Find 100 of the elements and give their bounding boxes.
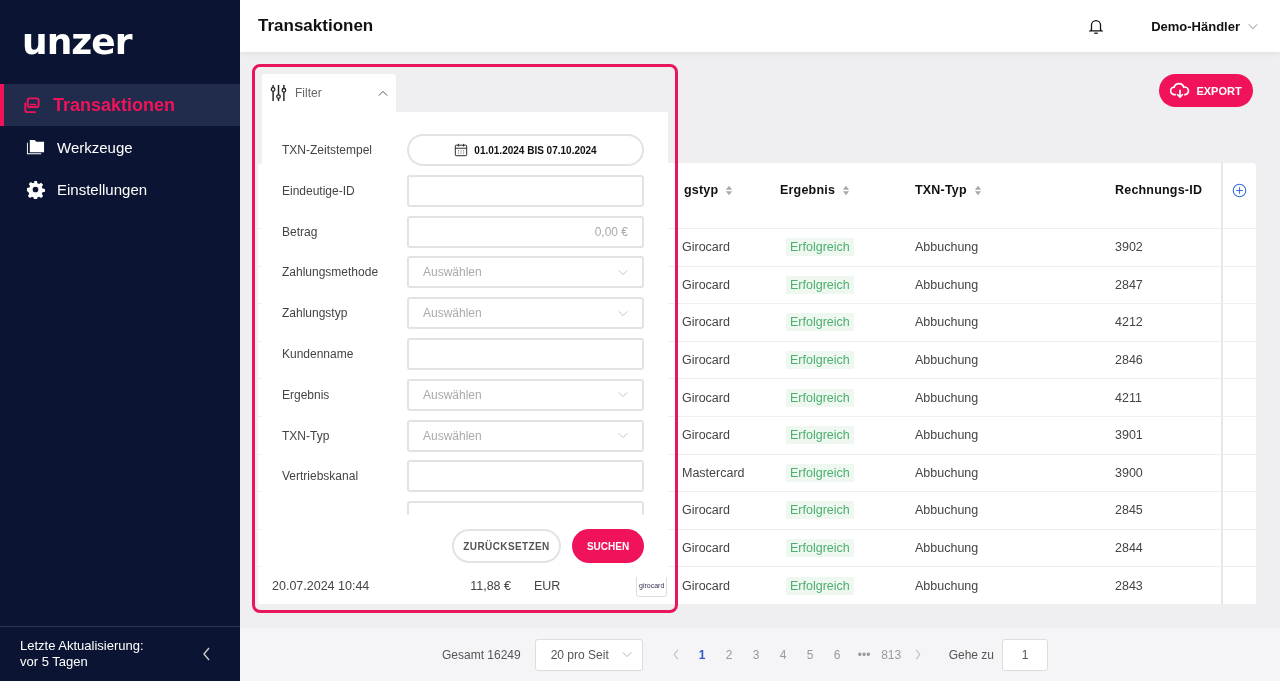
- merchant-menu[interactable]: Demo-Händler: [1151, 18, 1258, 34]
- table-cell: 2845: [1115, 503, 1143, 518]
- table-cell: 4212: [1115, 315, 1143, 330]
- chevron-down-icon: [618, 391, 628, 399]
- status-badge: Erfolgreich: [786, 426, 854, 445]
- table-cell: Abbuchung: [915, 465, 979, 480]
- field-label: TXN-Zeitstempel: [282, 143, 374, 157]
- page-link[interactable]: 5: [796, 647, 824, 662]
- select-field[interactable]: Auswählen: [407, 378, 644, 411]
- table-cell: Girocard: [682, 541, 730, 556]
- select-field[interactable]: Auswählen: [407, 297, 644, 330]
- cloud-download-icon: [1170, 82, 1191, 99]
- table-cell: Girocard: [682, 315, 730, 330]
- table-cell: 3902: [1115, 240, 1143, 255]
- sort-icon[interactable]: [725, 184, 734, 196]
- status-badge: Erfolgreich: [786, 576, 854, 595]
- last-update-text: Letzte Aktualisierung: vor 5 Tagen: [20, 638, 145, 670]
- page-link[interactable]: 813: [877, 647, 905, 662]
- filter-tab[interactable]: Filter: [262, 74, 396, 112]
- page-link[interactable]: 6: [823, 647, 851, 662]
- status-badge: Erfolgreich: [786, 388, 854, 407]
- table-cell: 2846: [1115, 353, 1143, 368]
- table-cell: 3900: [1115, 465, 1143, 480]
- chevron-down-icon: [1248, 22, 1258, 30]
- reset-button[interactable]: ZURÜCKSETZEN: [452, 529, 561, 563]
- page-link[interactable]: 3: [742, 647, 770, 662]
- table-cell: Girocard: [682, 578, 730, 593]
- page-title: Transaktionen: [258, 16, 375, 36]
- column-header[interactable]: Rechnungs-ID: [1115, 183, 1203, 197]
- select-field[interactable]: Auswählen: [407, 419, 644, 452]
- field-label: Eindeutige-ID: [282, 183, 356, 198]
- table-cell: Girocard: [682, 353, 730, 368]
- sort-icon[interactable]: [842, 184, 851, 196]
- page-size-select[interactable]: 20 pro Seit: [534, 638, 643, 671]
- field-label: Betrag: [282, 224, 319, 239]
- page-link[interactable]: 4: [769, 647, 797, 662]
- input-field[interactable]: [407, 460, 644, 493]
- bell-icon[interactable]: [1087, 17, 1106, 35]
- table-cell: Girocard: [682, 503, 730, 518]
- status-badge: Erfolgreich: [786, 539, 854, 558]
- column-header[interactable]: TXN-Typ: [915, 183, 967, 197]
- nav-item[interactable]: Einstellungen: [0, 168, 240, 210]
- table-cell: 4211: [1115, 390, 1142, 405]
- page-link[interactable]: •••: [850, 647, 878, 662]
- table-cell: Girocard: [682, 428, 730, 443]
- export-button[interactable]: EXPORT: [1159, 74, 1253, 107]
- table-cell: Abbuchung: [915, 315, 979, 330]
- column-header[interactable]: Ergebnis: [780, 183, 836, 197]
- table-cell: Abbuchung: [915, 240, 979, 255]
- table-cell: Girocard: [682, 277, 730, 292]
- table-cell: Abbuchung: [915, 578, 979, 593]
- chevron-down-icon: [618, 268, 628, 276]
- calendar-icon: [454, 143, 469, 157]
- next-page-icon[interactable]: [913, 649, 922, 660]
- select-field[interactable]: Auswählen: [407, 256, 644, 289]
- input-field[interactable]: [407, 338, 644, 370]
- add-column-icon[interactable]: [1232, 182, 1247, 198]
- goto-label: Gehe zu: [948, 647, 995, 662]
- chevron-icon: [378, 89, 388, 97]
- input-field[interactable]: [407, 174, 644, 207]
- logo: unzer: [22, 22, 132, 62]
- field-label: Zahlungstyp: [282, 306, 349, 321]
- table-cell: Abbuchung: [915, 428, 979, 443]
- field-label: Vertriebskanal: [282, 469, 360, 484]
- table-cell: 3901: [1115, 428, 1143, 443]
- date-range-button[interactable]: 01.01.2024 BIS 07.10.2024: [407, 134, 644, 166]
- column-header[interactable]: gstyp: [684, 183, 719, 197]
- previous-page-icon[interactable]: [671, 649, 680, 660]
- goto-page-field[interactable]: 1: [1002, 638, 1049, 671]
- table-cell: 11,88 €: [470, 578, 511, 593]
- nav-item[interactable]: Transaktionen: [0, 84, 240, 126]
- field-label: Ergebnis: [282, 387, 331, 402]
- nav-item[interactable]: Werkzeuge: [0, 126, 240, 168]
- folder-icon: [26, 137, 45, 157]
- table-cell: Girocard: [682, 390, 730, 405]
- table-cell: Girocard: [682, 240, 730, 255]
- table-cell: Abbuchung: [915, 353, 979, 368]
- table-cell: EUR: [534, 578, 561, 593]
- table-cell: 2847: [1115, 277, 1143, 292]
- field-label: Kundenname: [282, 347, 355, 361]
- chevron-down-icon: [621, 651, 632, 658]
- chevron-down-icon: [618, 309, 628, 317]
- settings-icon: [26, 179, 45, 199]
- page-link[interactable]: 2: [715, 647, 743, 662]
- table-cell: Abbuchung: [915, 277, 979, 292]
- status-badge: Erfolgreich: [786, 501, 854, 520]
- total-count: Gesamt 16249: [441, 647, 521, 662]
- status-badge: Erfolgreich: [786, 351, 854, 370]
- sort-icon[interactable]: [973, 184, 982, 196]
- field-label: Zahlungsmethode: [282, 265, 380, 280]
- amount-field[interactable]: 0,00 €: [407, 215, 644, 248]
- table-cell: Mastercard: [682, 465, 745, 480]
- status-badge: Erfolgreich: [786, 275, 854, 294]
- page-link[interactable]: 1: [688, 647, 716, 662]
- collapse-icon[interactable]: [202, 646, 212, 662]
- table-cell: Abbuchung: [915, 390, 979, 405]
- sliders-icon: [270, 84, 287, 102]
- status-badge: Erfolgreich: [786, 238, 854, 257]
- table-cell: Abbuchung: [915, 541, 979, 556]
- search-button[interactable]: SUCHEN: [572, 529, 644, 563]
